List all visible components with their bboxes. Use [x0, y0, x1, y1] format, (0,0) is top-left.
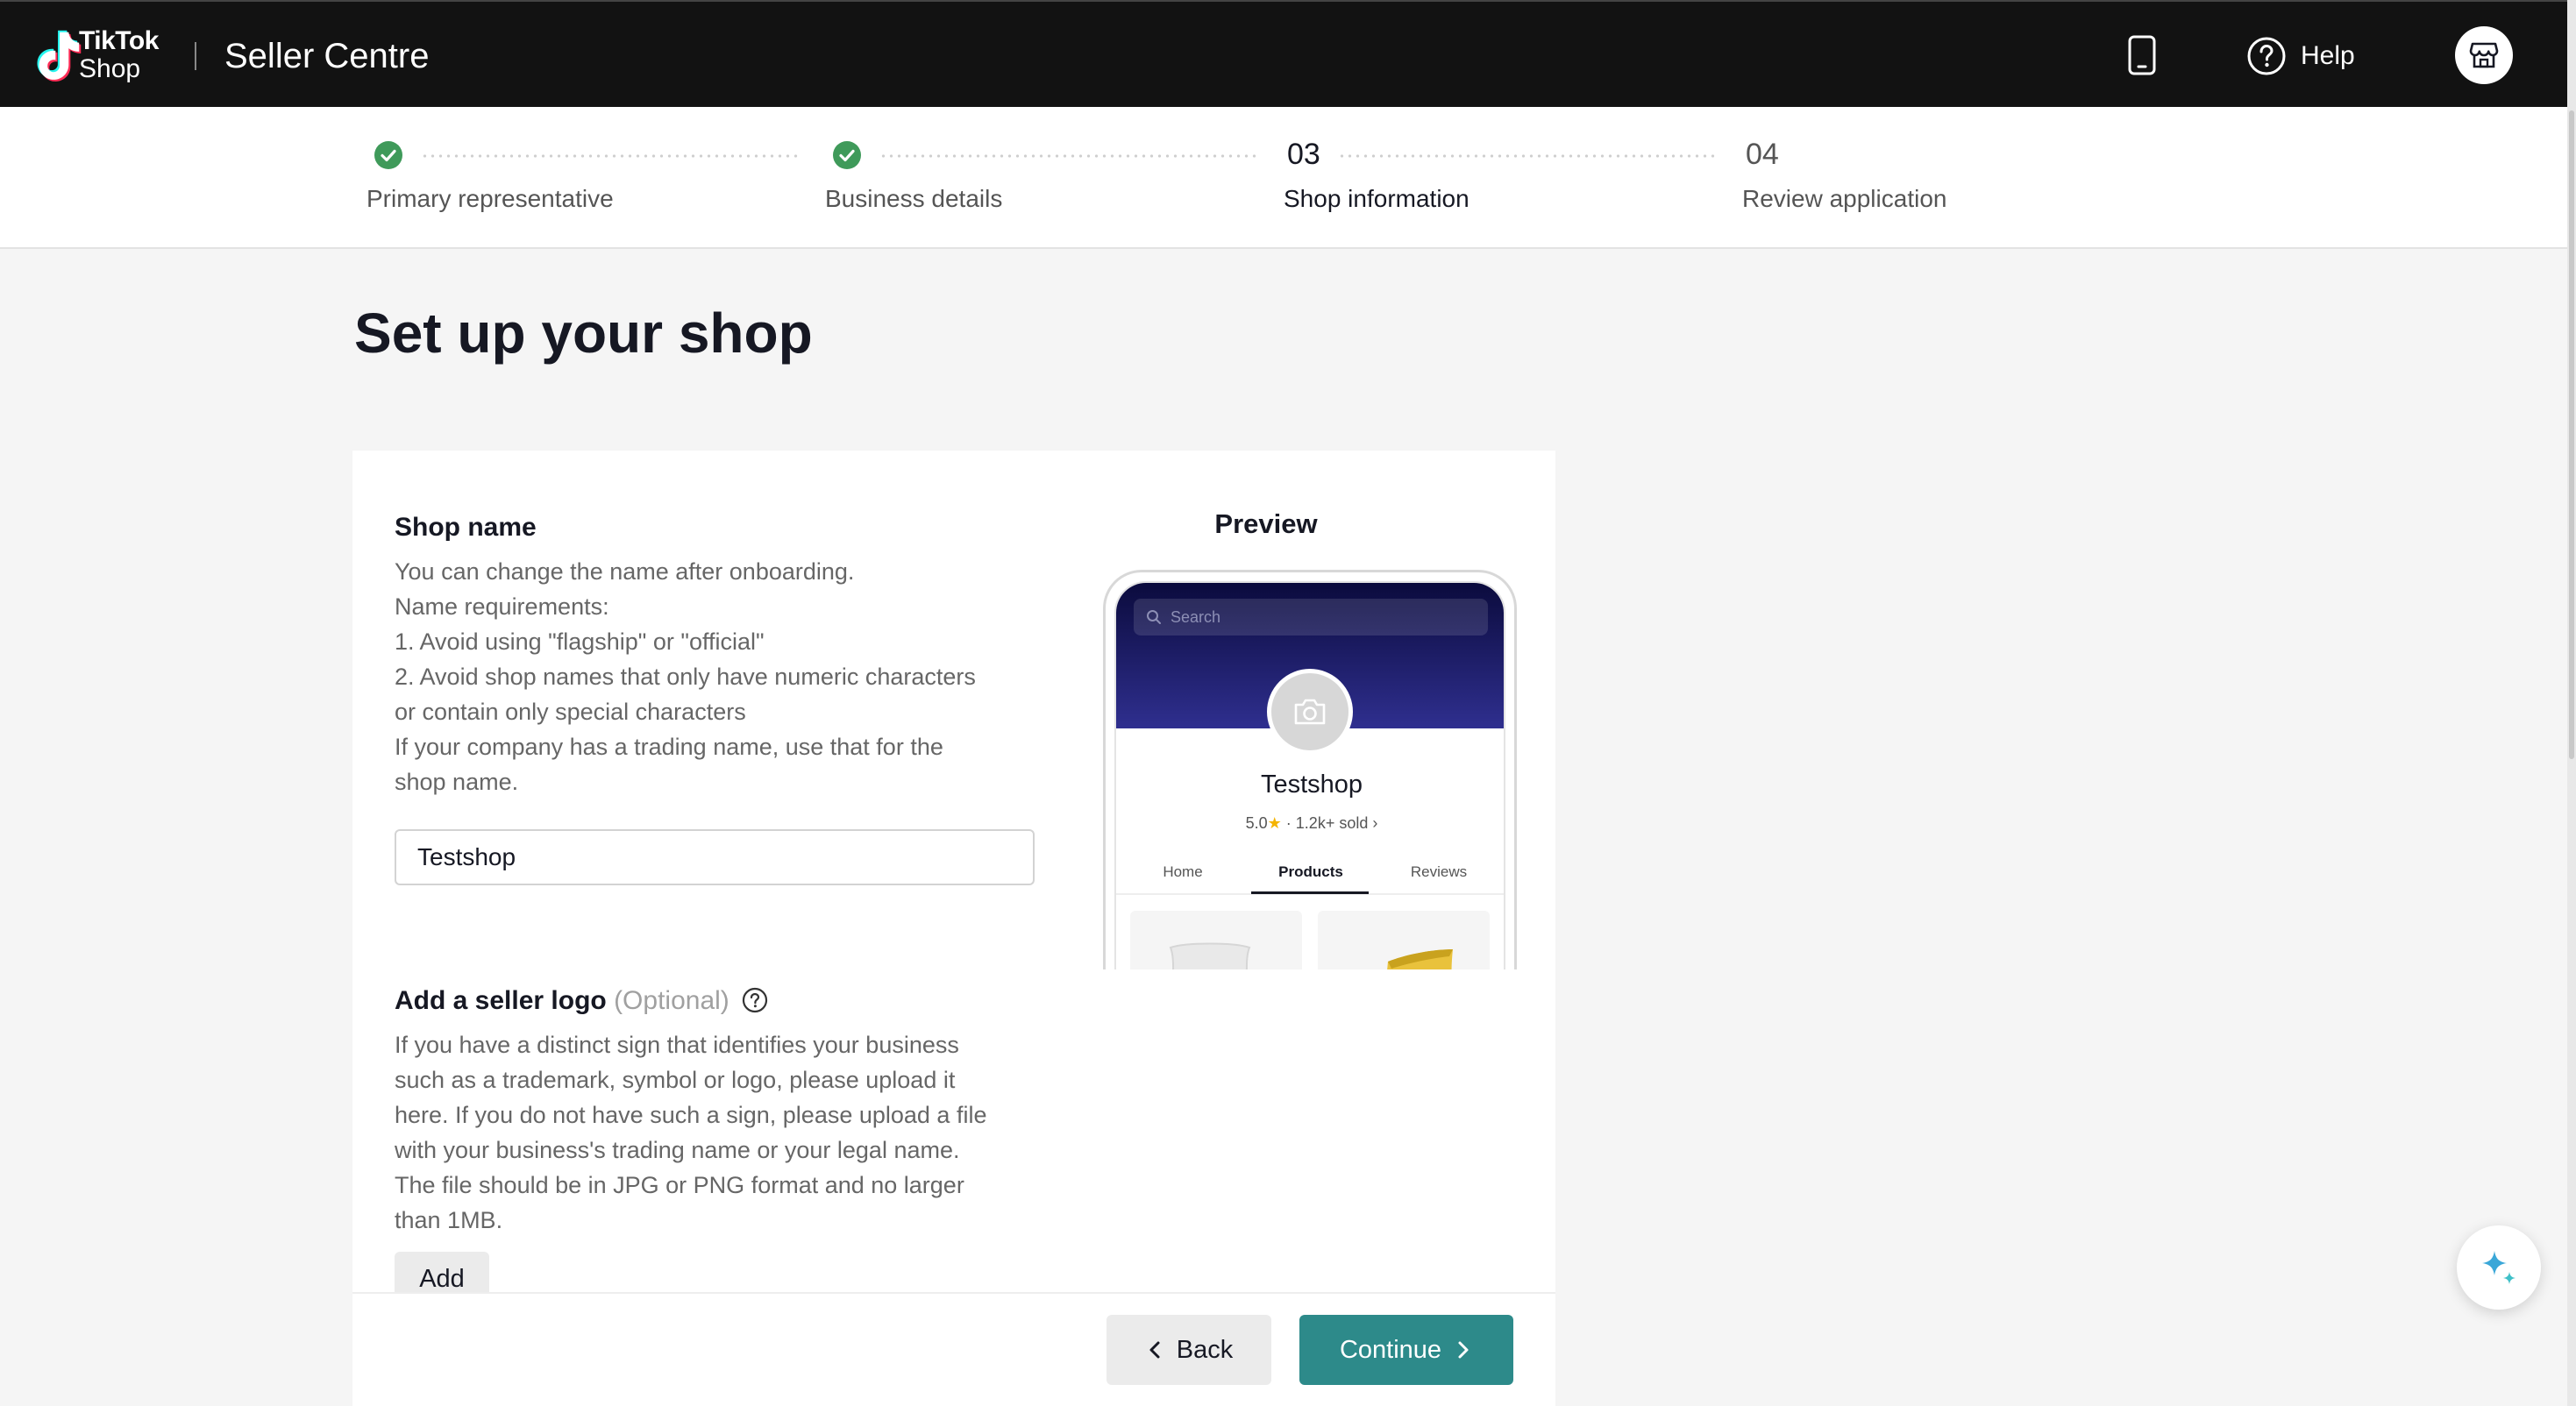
step-label: Primary representative [366, 185, 614, 212]
shop-account-avatar[interactable] [2455, 26, 2513, 84]
preview-sold-count: · 1.2k+ sold [1285, 814, 1369, 832]
continue-label: Continue [1339, 1335, 1442, 1364]
preview-search-bar: Search [1134, 599, 1488, 636]
preview-search-placeholder: Search [1171, 607, 1221, 626]
description-line: The file should be in JPG or PNG format … [395, 1172, 964, 1198]
app-title: Seller Centre [224, 37, 430, 75]
product-pillow-image [1169, 942, 1251, 969]
star-icon: ★ [1267, 814, 1282, 832]
logo-line-1: TikTok [79, 26, 159, 55]
description-line: You can change the name after onboarding… [395, 558, 855, 585]
camera-icon [1294, 699, 1326, 725]
info-question-icon[interactable] [742, 987, 768, 1013]
step-complete-check-icon [833, 141, 861, 169]
page-title: Set up your shop [354, 302, 813, 365]
step-label: Business details [825, 185, 1003, 212]
sparkle-icon [2482, 1251, 2516, 1284]
help-button[interactable]: Help [2246, 35, 2355, 77]
onboarding-stepper: Primary representative Business details … [0, 107, 2567, 249]
step-label: Shop information [1284, 185, 1469, 212]
preview-tab-underline [1251, 891, 1369, 894]
scrollbar-thumb[interactable] [2569, 110, 2574, 759]
preview-product-card [1130, 911, 1302, 969]
preview-rating: 5.0 [1245, 814, 1268, 832]
help-label: Help [2301, 41, 2355, 70]
search-icon [1147, 610, 1161, 624]
shop-name-input[interactable] [395, 829, 1035, 885]
chevron-right-icon [1458, 1341, 1469, 1359]
logo-line-2: Shop [79, 54, 141, 83]
description-line: or contain only special characters [395, 699, 746, 725]
description-line: 1. Avoid using "flagship" or "official" [395, 628, 765, 655]
shop-name-heading: Shop name [395, 513, 537, 542]
page-scrollbar[interactable] [2567, 0, 2576, 1406]
ai-assistant-button[interactable] [2457, 1225, 2541, 1310]
step-connector [879, 154, 1256, 158]
product-cushion-image [1387, 949, 1453, 969]
seller-logo-heading: Add a seller logo (Optional) [395, 985, 768, 1017]
step-connector [421, 154, 798, 158]
preview-heading: Preview [1214, 508, 1318, 539]
header-divider [195, 42, 196, 70]
step-complete-check-icon [374, 141, 402, 169]
preview-product-card [1318, 911, 1490, 969]
step-number: 04 [1746, 138, 1779, 171]
shop-preview-phone: Search Testshop 5.0★ · 1.2k+ sold › Home… [1103, 570, 1517, 969]
preview-shop-avatar [1267, 669, 1353, 755]
step-label: Review application [1742, 185, 1947, 212]
preview-tab-products: Products [1278, 863, 1343, 880]
chevron-right-icon: › [1372, 814, 1378, 832]
back-button[interactable]: Back [1107, 1315, 1271, 1385]
optional-tag: (Optional) [614, 986, 729, 1015]
question-circle-icon [2247, 37, 2286, 75]
step-connector [1338, 154, 1715, 158]
form-footer: Back Continue [352, 1292, 1555, 1406]
description-line: with your business's trading name or you… [395, 1137, 960, 1163]
phone-screen: Search Testshop 5.0★ · 1.2k+ sold › Home… [1114, 581, 1505, 969]
shop-name-description: You can change the name after onboarding… [395, 554, 1035, 799]
preview-shop-name: Testshop [1260, 770, 1363, 799]
storefront-icon [2469, 42, 2499, 68]
description-line: If you have a distinct sign that identif… [395, 1032, 959, 1058]
description-line: such as a trademark, symbol or logo, ple… [395, 1067, 956, 1093]
seller-logo-title: Add a seller logo [395, 986, 607, 1015]
preview-tabs: Home Products Reviews [1116, 851, 1504, 895]
mobile-phone-icon[interactable] [2127, 35, 2157, 75]
tiktok-logo-icon[interactable] [25, 26, 86, 86]
description-line: 2. Avoid shop names that only have numer… [395, 664, 976, 690]
chevron-left-icon [1149, 1341, 1160, 1359]
shop-setup-card: Shop name You can change the name after … [352, 451, 1555, 1406]
step-number: 03 [1287, 138, 1320, 171]
top-bar: TikTok Shop Seller Centre Help [0, 0, 2576, 107]
logo-wordmark[interactable]: TikTok Shop [79, 28, 159, 82]
preview-shop-stats: 5.0★ · 1.2k+ sold › [1116, 814, 1504, 833]
preview-tab-reviews: Reviews [1410, 863, 1468, 880]
description-line: shop name. [395, 769, 519, 795]
description-line: If your company has a trading name, use … [395, 734, 943, 760]
description-line: Name requirements: [395, 593, 609, 620]
back-label: Back [1176, 1335, 1234, 1364]
preview-tab-home: Home [1163, 863, 1203, 880]
description-line: than 1MB. [395, 1207, 503, 1233]
seller-logo-description: If you have a distinct sign that identif… [395, 1027, 1035, 1238]
continue-button[interactable]: Continue [1299, 1315, 1513, 1385]
description-line: here. If you do not have such a sign, pl… [395, 1102, 987, 1128]
